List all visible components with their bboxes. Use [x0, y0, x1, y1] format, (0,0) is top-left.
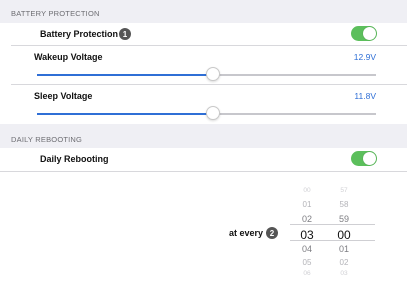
- minute-option[interactable]: 01: [331, 244, 357, 254]
- hour-picker[interactable]: 00 01 02 03 04 05 06: [294, 0, 320, 292]
- schedule-info-badge[interactable]: 2: [266, 227, 278, 239]
- minute-option[interactable]: 59: [331, 214, 357, 224]
- wakeup-voltage-value: 12.9V: [353, 52, 376, 62]
- hour-option[interactable]: 02: [294, 214, 320, 224]
- hour-option[interactable]: 03: [294, 228, 320, 242]
- slider-fill: [37, 113, 214, 115]
- toggle-knob: [363, 27, 376, 40]
- badge-number: 2: [269, 228, 275, 238]
- daily-rebooting-label: Daily Rebooting: [40, 154, 109, 164]
- minute-option[interactable]: 58: [331, 200, 357, 209]
- section-header-daily-label: DAILY REBOOTING: [11, 135, 83, 144]
- toggle-knob: [363, 152, 376, 165]
- sleep-voltage-slider-thumb[interactable]: [206, 106, 221, 120]
- minute-picker[interactable]: 57 58 59 00 01 02 03: [331, 0, 357, 292]
- minute-option[interactable]: 00: [331, 228, 357, 242]
- wakeup-voltage-slider-thumb[interactable]: [206, 67, 221, 81]
- section-header-battery-label: BATTERY PROTECTION: [11, 9, 100, 18]
- minute-option[interactable]: 03: [331, 270, 357, 277]
- slider-fill: [37, 74, 214, 76]
- hour-option[interactable]: 06: [294, 270, 320, 277]
- hour-option[interactable]: 00: [294, 187, 320, 194]
- minute-option[interactable]: 57: [331, 187, 357, 194]
- at-every-label: at every: [229, 228, 264, 238]
- sleep-voltage-label: Sleep Voltage: [34, 91, 93, 101]
- battery-protection-info-badge[interactable]: 1: [119, 28, 131, 40]
- minute-option[interactable]: 02: [331, 258, 357, 267]
- hour-option[interactable]: 01: [294, 200, 320, 209]
- badge-number: 1: [122, 29, 128, 39]
- hour-option[interactable]: 04: [294, 244, 320, 254]
- hour-option[interactable]: 05: [294, 258, 320, 267]
- sleep-voltage-value: 11.8V: [354, 91, 376, 101]
- battery-protection-label: Battery Protection: [40, 29, 119, 39]
- wakeup-voltage-label: Wakeup Voltage: [34, 52, 103, 62]
